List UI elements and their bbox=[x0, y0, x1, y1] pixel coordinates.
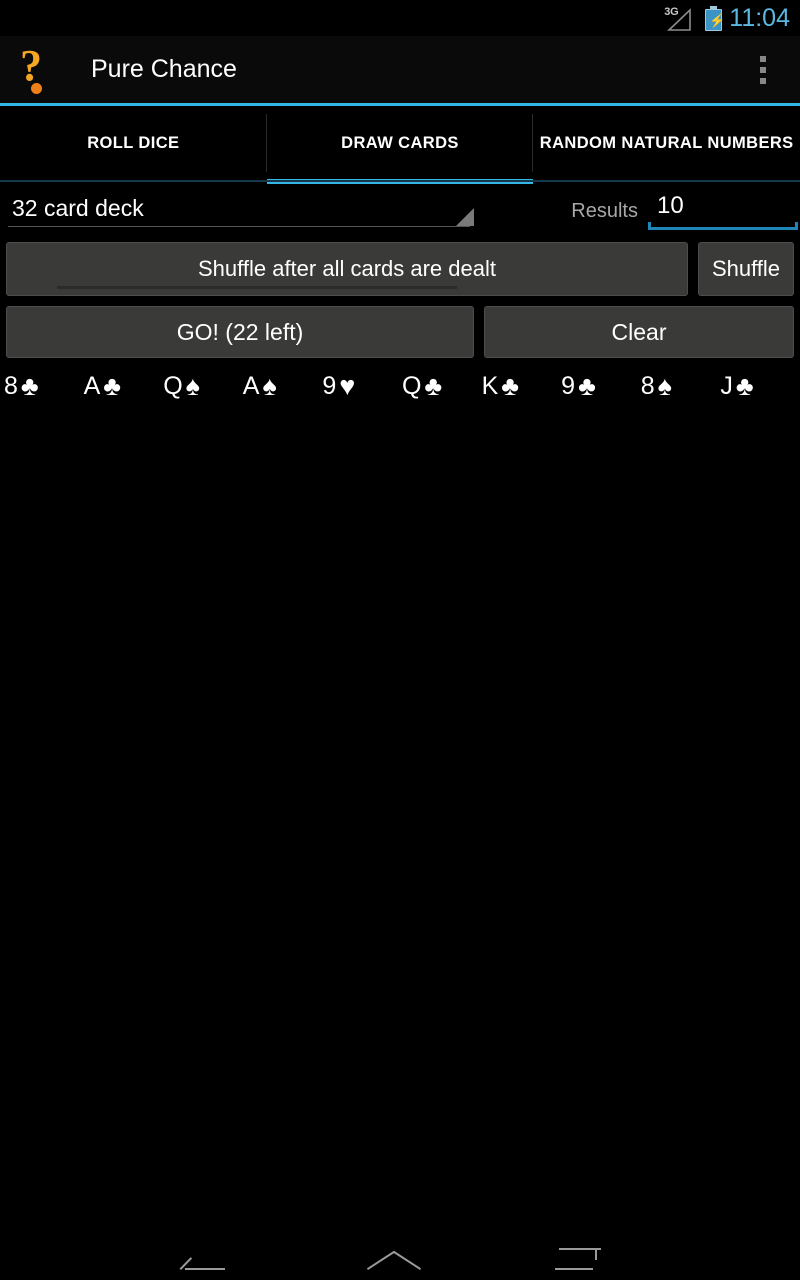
card-result: 9 ♥ bbox=[322, 372, 402, 401]
card-result: J ♣ bbox=[720, 372, 800, 401]
card-rank: J bbox=[720, 372, 733, 400]
card-result: 9 ♣ bbox=[561, 372, 641, 401]
overflow-menu-icon[interactable] bbox=[748, 45, 778, 95]
home-chevron-left bbox=[366, 1250, 395, 1270]
card-rank: 9 bbox=[322, 372, 337, 400]
shuffle-row: Shuffle after all cards are dealt Shuffl… bbox=[6, 242, 794, 296]
shuffle-toggle-label: Shuffle after all cards are dealt bbox=[198, 256, 496, 281]
card-results-row: 8 ♣ A ♣ Q ♠ A ♠ 9 ♥ Q ♣ K ♣ 9 ♣ 8 ♠ J ♣ bbox=[0, 372, 800, 401]
card-suit-hearts-icon: ♥ bbox=[339, 371, 356, 401]
status-bar: 3G ⚡ 11:04 bbox=[0, 0, 800, 36]
card-rank: 9 bbox=[561, 372, 576, 400]
card-result: 8 ♠ bbox=[641, 372, 721, 401]
spinner-arrow-icon bbox=[456, 208, 474, 226]
card-suit-clubs-icon: ♣ bbox=[103, 371, 121, 401]
results-input-value: 10 bbox=[657, 192, 684, 219]
card-suit-clubs-icon: ♣ bbox=[578, 371, 596, 401]
results-group: Results 10 bbox=[571, 186, 800, 230]
recent-apps-bottom bbox=[554, 1268, 593, 1270]
card-rank: Q bbox=[401, 372, 422, 400]
page-title: Pure Chance bbox=[91, 55, 237, 83]
card-rank: A bbox=[83, 372, 101, 400]
clear-button-label: Clear bbox=[611, 318, 667, 345]
overflow-dot-3 bbox=[760, 77, 766, 84]
clear-button[interactable]: Clear bbox=[484, 306, 794, 358]
back-arrow-bar bbox=[185, 1268, 226, 1270]
tab-draw-cards-label: DRAW CARDS bbox=[341, 133, 459, 152]
shuffle-after-all-dealt-toggle[interactable]: Shuffle after all cards are dealt bbox=[6, 242, 688, 296]
home-chevron-glyph bbox=[366, 1246, 422, 1270]
card-suit-clubs-icon: ♣ bbox=[424, 371, 443, 401]
status-bar-icons: 3G ⚡ 11:04 bbox=[664, 3, 790, 32]
status-bar-clock: 11:04 bbox=[729, 3, 790, 32]
card-rank: 8 bbox=[4, 372, 18, 400]
card-rank: Q bbox=[163, 372, 183, 400]
results-input[interactable]: 10 bbox=[648, 186, 800, 230]
card-suit-clubs-icon: ♣ bbox=[501, 371, 519, 401]
card-rank: A bbox=[242, 372, 260, 400]
question-mark-dot bbox=[31, 82, 42, 94]
battery-charging-icon: ⚡ bbox=[705, 5, 726, 31]
tab-random-natural-numbers[interactable]: RANDOM NATURAL NUMBERS bbox=[533, 108, 800, 184]
overflow-dot-1 bbox=[760, 55, 766, 62]
card-suit-clubs-icon: ♣ bbox=[20, 371, 39, 401]
card-suit-spades-icon: ♠ bbox=[262, 371, 277, 401]
card-result: A ♣ bbox=[84, 372, 164, 401]
deck-spinner-value: 32 card deck bbox=[12, 194, 144, 221]
deck-spinner[interactable]: 32 card deck bbox=[0, 186, 478, 230]
back-arrow-glyph bbox=[179, 1248, 226, 1270]
go-button-label: GO! (22 left) bbox=[176, 318, 304, 345]
shuffle-button-label: Shuffle bbox=[711, 256, 781, 281]
tab-roll-dice[interactable]: ROLL DICE bbox=[0, 108, 267, 184]
results-input-focus-underline bbox=[648, 222, 798, 230]
tab-random-natural-numbers-label: RANDOM NATURAL NUMBERS bbox=[539, 133, 794, 152]
card-suit-spades-icon: ♠ bbox=[185, 371, 200, 401]
system-navigation-bar bbox=[0, 1212, 800, 1280]
back-arrow-icon[interactable] bbox=[173, 1236, 253, 1280]
card-rank: K bbox=[481, 372, 499, 400]
results-label: Results bbox=[571, 200, 638, 222]
overflow-dot-2 bbox=[760, 66, 766, 73]
signal-triangle-icon: 3G bbox=[664, 6, 698, 32]
home-chevron-icon[interactable] bbox=[360, 1236, 440, 1280]
home-chevron-right bbox=[393, 1250, 422, 1270]
card-result: Q ♣ bbox=[402, 372, 482, 401]
recent-apps-glyph bbox=[554, 1248, 601, 1270]
card-result: A ♠ bbox=[243, 372, 323, 401]
card-result: K ♣ bbox=[482, 372, 562, 401]
recent-apps-icon[interactable] bbox=[547, 1236, 627, 1280]
tab-bar: ROLL DICE DRAW CARDS RANDOM NATURAL NUMB… bbox=[0, 108, 800, 184]
shuffle-toggle-underline bbox=[57, 286, 457, 289]
shuffle-button[interactable]: Shuffle bbox=[698, 242, 794, 296]
card-result: 8 ♣ bbox=[4, 372, 84, 401]
card-results-area: 8 ♣ A ♣ Q ♠ A ♠ 9 ♥ Q ♣ K ♣ 9 ♣ 8 ♠ J ♣ bbox=[0, 372, 800, 1212]
card-suit-spades-icon: ♠ bbox=[657, 371, 672, 401]
recent-apps-side bbox=[594, 1248, 597, 1260]
action-row: GO! (22 left) Clear bbox=[6, 306, 794, 358]
card-suit-clubs-icon: ♣ bbox=[735, 371, 754, 401]
question-mark-icon[interactable]: ? bbox=[12, 41, 68, 98]
go-button[interactable]: GO! (22 left) bbox=[6, 306, 474, 358]
card-rank: 8 bbox=[640, 372, 655, 400]
network-type-label: 3G bbox=[664, 5, 679, 18]
controls-row: 32 card deck Results 10 bbox=[0, 186, 800, 234]
deck-spinner-underline bbox=[8, 226, 470, 227]
action-bar: ? Pure Chance bbox=[0, 36, 800, 103]
battery-bolt-icon: ⚡ bbox=[709, 12, 726, 28]
action-bar-accent-divider bbox=[0, 103, 800, 106]
tab-draw-cards[interactable]: DRAW CARDS bbox=[266, 108, 534, 184]
tab-roll-dice-label: ROLL DICE bbox=[87, 133, 180, 152]
card-result: Q ♠ bbox=[163, 372, 243, 401]
tab-bar-baseline bbox=[0, 180, 800, 182]
